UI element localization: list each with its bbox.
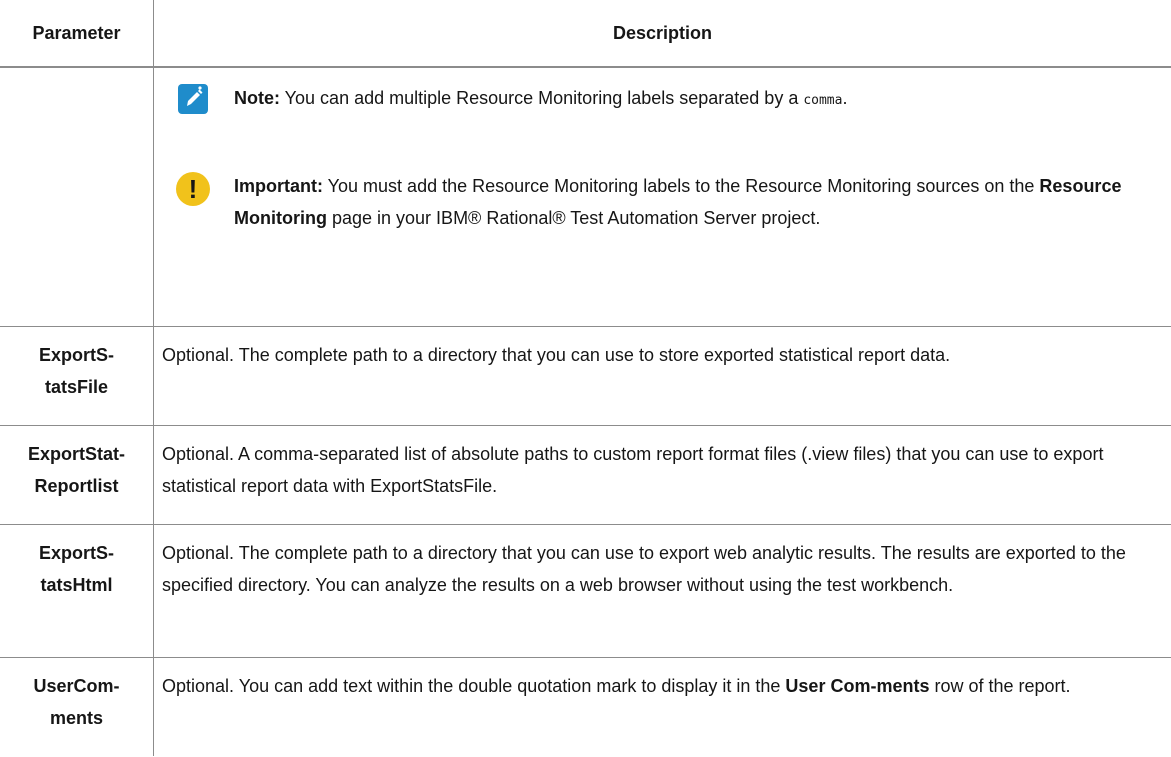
param-name-line2: Reportlist — [34, 476, 119, 496]
param-name-line2: tatsFile — [44, 377, 109, 397]
column-header-parameter: Parameter — [0, 0, 154, 68]
notes-cell: Note: You can add multiple Resource Moni… — [154, 67, 1171, 327]
param-cell: ExportStat- Reportlist — [0, 425, 154, 525]
pencil-icon — [178, 84, 208, 114]
param-name-line1: ExportStat- — [27, 444, 125, 464]
description-cell: Optional. A comma-separated list of abso… — [153, 425, 1171, 525]
important-text-2: page in your IBM® Rational® Test Automat… — [326, 208, 821, 228]
param-name-line2: tatsHtml — [40, 575, 113, 595]
param-cell: ExportS- tatsHtml — [0, 524, 154, 658]
note-end: . — [842, 88, 848, 108]
description-bold: User Com-ments — [785, 676, 930, 696]
important-block: ! Important: You must add the Resource M… — [176, 170, 1159, 234]
param-cell: ExportS- tatsFile — [0, 326, 154, 426]
description-cell: Optional. The complete path to a directo… — [153, 326, 1171, 426]
param-name-line1: ExportS- — [38, 345, 114, 365]
note-code: comma — [803, 93, 843, 108]
description-text-a: Optional. You can add text within the do… — [162, 676, 786, 696]
important-text-1: You must add the Resource Monitoring lab… — [323, 176, 1040, 196]
important-label: Important: — [234, 176, 323, 196]
param-name-line1: UserCom- — [33, 676, 120, 696]
note-block: Note: You can add multiple Resource Moni… — [178, 82, 1159, 142]
param-cell: UserCom- ments — [0, 657, 154, 756]
table-row: ExportS- tatsFile Optional. The complete… — [0, 326, 1171, 426]
notes-row: Note: You can add multiple Resource Moni… — [0, 67, 1171, 327]
parameter-table-page: Parameter Description Note: You can add … — [0, 0, 1171, 757]
description-text-b: row of the report. — [929, 676, 1071, 696]
table-row: ExportS- tatsHtml Optional. The complete… — [0, 524, 1171, 658]
description-cell: Optional. You can add text within the do… — [153, 657, 1171, 756]
param-name-line2: ments — [49, 708, 103, 728]
table-row: UserCom- ments Optional. You can add tex… — [0, 657, 1171, 756]
table-header-row: Parameter Description — [0, 0, 1171, 68]
param-name-line1: ExportS- — [38, 543, 114, 563]
note-text: You can add multiple Resource Monitoring… — [280, 88, 804, 108]
exclamation-icon: ! — [176, 172, 210, 206]
empty-param-cell — [0, 67, 154, 327]
column-header-description: Description — [153, 0, 1171, 68]
table-row: ExportStat- Reportlist Optional. A comma… — [0, 425, 1171, 525]
description-cell: Optional. The complete path to a directo… — [153, 524, 1171, 658]
parameter-table: Parameter Description Note: You can add … — [0, 0, 1171, 756]
note-label: Note: — [234, 88, 280, 108]
